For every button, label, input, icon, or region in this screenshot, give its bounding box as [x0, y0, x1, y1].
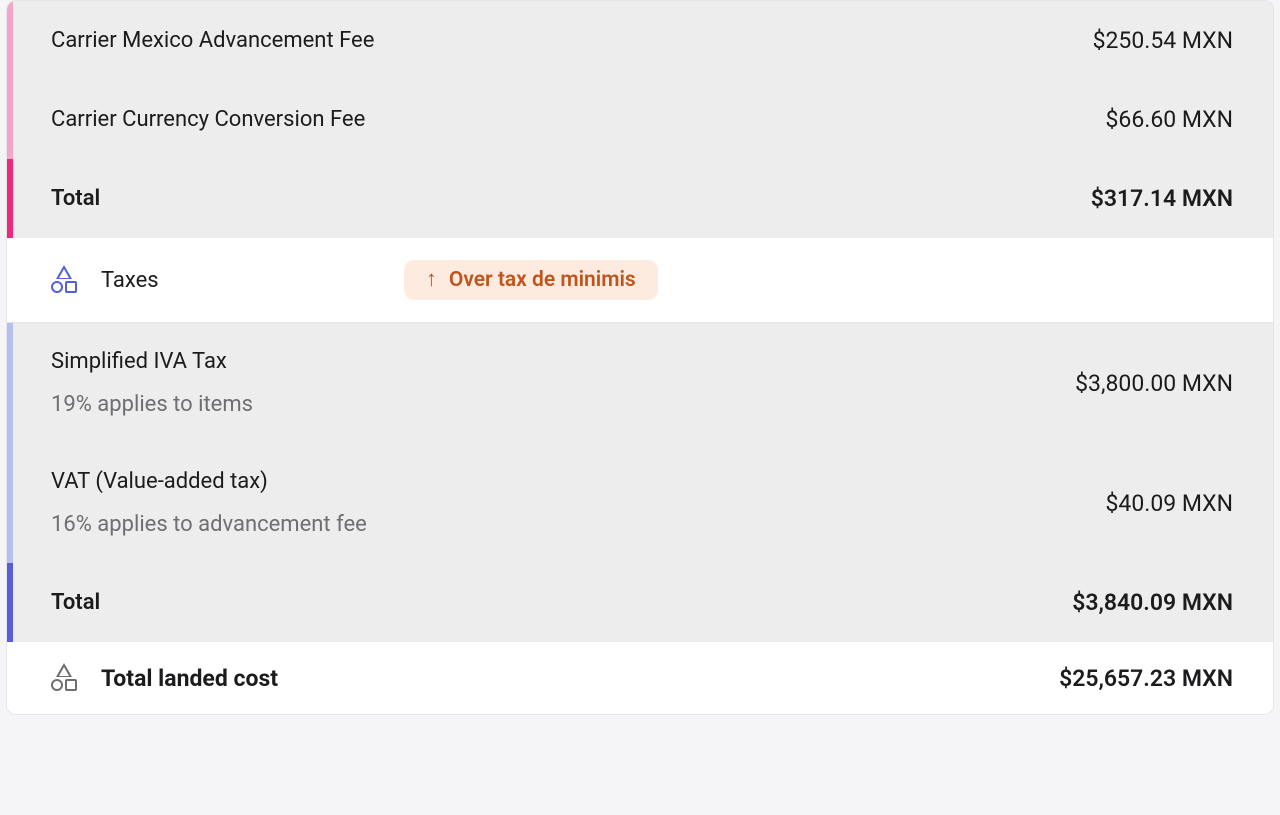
fee-label: Carrier Currency Conversion Fee	[51, 107, 365, 132]
tax-sublabel: 16% applies to advancement fee	[51, 512, 367, 537]
tax-value: $40.09 MXN	[1106, 490, 1234, 517]
total-landed-cost-label: Total landed cost	[101, 665, 278, 692]
badge-text: Over tax de minimis	[449, 268, 636, 292]
taxes-total-row: Total $3,840.09 MXN	[7, 563, 1273, 642]
taxes-total-label: Total	[51, 590, 100, 615]
fees-total-label: Total	[51, 186, 100, 211]
fee-row: Carrier Currency Conversion Fee $66.60 M…	[7, 80, 1273, 159]
total-landed-cost-value: $25,657.23 MXN	[1059, 665, 1233, 692]
taxes-section-header: Taxes ↑ Over tax de minimis	[7, 238, 1273, 322]
fee-value: $66.60 MXN	[1106, 106, 1234, 133]
shapes-icon	[51, 266, 77, 294]
cost-breakdown-card: Carrier Mexico Advancement Fee $250.54 M…	[6, 0, 1274, 715]
taxes-title: Taxes	[101, 268, 159, 293]
fee-value: $250.54 MXN	[1093, 27, 1233, 54]
tax-sublabel: 19% applies to items	[51, 392, 253, 417]
tax-label: VAT (Value-added tax)	[51, 469, 367, 494]
taxes-section: Simplified IVA Tax 19% applies to items …	[7, 323, 1273, 642]
fees-total-value: $317.14 MXN	[1091, 185, 1233, 212]
shapes-icon	[51, 664, 77, 692]
fees-total-row: Total $317.14 MXN	[7, 159, 1273, 238]
fees-section: Carrier Mexico Advancement Fee $250.54 M…	[7, 1, 1273, 238]
tax-row: VAT (Value-added tax) 16% applies to adv…	[7, 443, 1273, 563]
arrow-up-icon: ↑	[426, 269, 437, 291]
over-de-minimis-badge: ↑ Over tax de minimis	[404, 260, 658, 300]
tax-value: $3,800.00 MXN	[1075, 370, 1233, 397]
total-landed-cost-row: Total landed cost $25,657.23 MXN	[7, 642, 1273, 714]
tax-label: Simplified IVA Tax	[51, 349, 253, 374]
fee-row: Carrier Mexico Advancement Fee $250.54 M…	[7, 1, 1273, 80]
fee-label: Carrier Mexico Advancement Fee	[51, 28, 374, 53]
taxes-total-value: $3,840.09 MXN	[1072, 589, 1233, 616]
tax-row: Simplified IVA Tax 19% applies to items …	[7, 323, 1273, 443]
